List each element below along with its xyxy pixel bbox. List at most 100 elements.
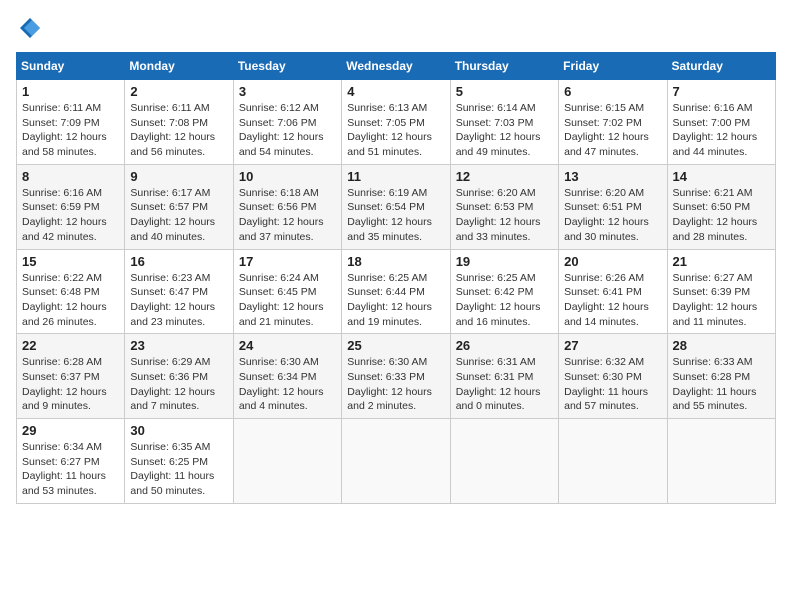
day-number: 30	[130, 423, 227, 438]
day-number: 21	[673, 254, 770, 269]
logo	[16, 16, 42, 40]
day-info: Sunrise: 6:20 AM Sunset: 6:51 PM Dayligh…	[564, 186, 661, 245]
day-number: 10	[239, 169, 336, 184]
day-info: Sunrise: 6:33 AM Sunset: 6:28 PM Dayligh…	[673, 355, 770, 414]
calendar-cell: 30 Sunrise: 6:35 AM Sunset: 6:25 PM Dayl…	[125, 419, 233, 504]
weekday-header: Sunday	[17, 53, 125, 80]
calendar-cell: 21 Sunrise: 6:27 AM Sunset: 6:39 PM Dayl…	[667, 249, 775, 334]
day-info: Sunrise: 6:34 AM Sunset: 6:27 PM Dayligh…	[22, 440, 119, 499]
day-number: 22	[22, 338, 119, 353]
day-number: 13	[564, 169, 661, 184]
day-info: Sunrise: 6:15 AM Sunset: 7:02 PM Dayligh…	[564, 101, 661, 160]
weekday-header: Wednesday	[342, 53, 450, 80]
day-info: Sunrise: 6:28 AM Sunset: 6:37 PM Dayligh…	[22, 355, 119, 414]
calendar-cell: 26 Sunrise: 6:31 AM Sunset: 6:31 PM Dayl…	[450, 334, 558, 419]
day-number: 12	[456, 169, 553, 184]
calendar-cell: 18 Sunrise: 6:25 AM Sunset: 6:44 PM Dayl…	[342, 249, 450, 334]
calendar-week-row: 22 Sunrise: 6:28 AM Sunset: 6:37 PM Dayl…	[17, 334, 776, 419]
calendar-week-row: 8 Sunrise: 6:16 AM Sunset: 6:59 PM Dayli…	[17, 164, 776, 249]
calendar-cell: 27 Sunrise: 6:32 AM Sunset: 6:30 PM Dayl…	[559, 334, 667, 419]
weekday-header: Friday	[559, 53, 667, 80]
day-info: Sunrise: 6:20 AM Sunset: 6:53 PM Dayligh…	[456, 186, 553, 245]
calendar-cell	[559, 419, 667, 504]
calendar-cell: 28 Sunrise: 6:33 AM Sunset: 6:28 PM Dayl…	[667, 334, 775, 419]
day-info: Sunrise: 6:18 AM Sunset: 6:56 PM Dayligh…	[239, 186, 336, 245]
calendar-cell: 9 Sunrise: 6:17 AM Sunset: 6:57 PM Dayli…	[125, 164, 233, 249]
day-number: 16	[130, 254, 227, 269]
weekday-header: Thursday	[450, 53, 558, 80]
calendar-cell: 2 Sunrise: 6:11 AM Sunset: 7:08 PM Dayli…	[125, 80, 233, 165]
day-info: Sunrise: 6:23 AM Sunset: 6:47 PM Dayligh…	[130, 271, 227, 330]
calendar-cell: 20 Sunrise: 6:26 AM Sunset: 6:41 PM Dayl…	[559, 249, 667, 334]
day-number: 14	[673, 169, 770, 184]
day-info: Sunrise: 6:21 AM Sunset: 6:50 PM Dayligh…	[673, 186, 770, 245]
day-number: 5	[456, 84, 553, 99]
calendar-cell: 3 Sunrise: 6:12 AM Sunset: 7:06 PM Dayli…	[233, 80, 341, 165]
day-number: 20	[564, 254, 661, 269]
day-number: 4	[347, 84, 444, 99]
calendar-header: SundayMondayTuesdayWednesdayThursdayFrid…	[17, 53, 776, 80]
day-info: Sunrise: 6:14 AM Sunset: 7:03 PM Dayligh…	[456, 101, 553, 160]
day-info: Sunrise: 6:19 AM Sunset: 6:54 PM Dayligh…	[347, 186, 444, 245]
calendar-cell: 4 Sunrise: 6:13 AM Sunset: 7:05 PM Dayli…	[342, 80, 450, 165]
calendar-cell: 14 Sunrise: 6:21 AM Sunset: 6:50 PM Dayl…	[667, 164, 775, 249]
calendar-cell: 6 Sunrise: 6:15 AM Sunset: 7:02 PM Dayli…	[559, 80, 667, 165]
day-info: Sunrise: 6:22 AM Sunset: 6:48 PM Dayligh…	[22, 271, 119, 330]
calendar-table: SundayMondayTuesdayWednesdayThursdayFrid…	[16, 52, 776, 504]
calendar-cell: 7 Sunrise: 6:16 AM Sunset: 7:00 PM Dayli…	[667, 80, 775, 165]
day-info: Sunrise: 6:24 AM Sunset: 6:45 PM Dayligh…	[239, 271, 336, 330]
calendar-cell: 23 Sunrise: 6:29 AM Sunset: 6:36 PM Dayl…	[125, 334, 233, 419]
calendar-cell	[450, 419, 558, 504]
day-number: 17	[239, 254, 336, 269]
day-number: 28	[673, 338, 770, 353]
calendar-cell: 25 Sunrise: 6:30 AM Sunset: 6:33 PM Dayl…	[342, 334, 450, 419]
day-info: Sunrise: 6:35 AM Sunset: 6:25 PM Dayligh…	[130, 440, 227, 499]
day-info: Sunrise: 6:27 AM Sunset: 6:39 PM Dayligh…	[673, 271, 770, 330]
calendar-cell: 17 Sunrise: 6:24 AM Sunset: 6:45 PM Dayl…	[233, 249, 341, 334]
day-info: Sunrise: 6:29 AM Sunset: 6:36 PM Dayligh…	[130, 355, 227, 414]
day-info: Sunrise: 6:13 AM Sunset: 7:05 PM Dayligh…	[347, 101, 444, 160]
day-number: 27	[564, 338, 661, 353]
day-info: Sunrise: 6:11 AM Sunset: 7:08 PM Dayligh…	[130, 101, 227, 160]
calendar-cell: 13 Sunrise: 6:20 AM Sunset: 6:51 PM Dayl…	[559, 164, 667, 249]
calendar-cell: 12 Sunrise: 6:20 AM Sunset: 6:53 PM Dayl…	[450, 164, 558, 249]
calendar-week-row: 29 Sunrise: 6:34 AM Sunset: 6:27 PM Dayl…	[17, 419, 776, 504]
day-info: Sunrise: 6:25 AM Sunset: 6:44 PM Dayligh…	[347, 271, 444, 330]
calendar-cell: 1 Sunrise: 6:11 AM Sunset: 7:09 PM Dayli…	[17, 80, 125, 165]
day-number: 3	[239, 84, 336, 99]
calendar-week-row: 1 Sunrise: 6:11 AM Sunset: 7:09 PM Dayli…	[17, 80, 776, 165]
weekday-header: Saturday	[667, 53, 775, 80]
day-info: Sunrise: 6:30 AM Sunset: 6:34 PM Dayligh…	[239, 355, 336, 414]
day-info: Sunrise: 6:31 AM Sunset: 6:31 PM Dayligh…	[456, 355, 553, 414]
day-number: 9	[130, 169, 227, 184]
weekday-header: Monday	[125, 53, 233, 80]
calendar-cell	[233, 419, 341, 504]
day-number: 11	[347, 169, 444, 184]
day-number: 15	[22, 254, 119, 269]
day-number: 23	[130, 338, 227, 353]
day-number: 19	[456, 254, 553, 269]
calendar-week-row: 15 Sunrise: 6:22 AM Sunset: 6:48 PM Dayl…	[17, 249, 776, 334]
calendar-cell: 10 Sunrise: 6:18 AM Sunset: 6:56 PM Dayl…	[233, 164, 341, 249]
calendar-cell: 19 Sunrise: 6:25 AM Sunset: 6:42 PM Dayl…	[450, 249, 558, 334]
day-info: Sunrise: 6:16 AM Sunset: 6:59 PM Dayligh…	[22, 186, 119, 245]
day-number: 6	[564, 84, 661, 99]
day-info: Sunrise: 6:17 AM Sunset: 6:57 PM Dayligh…	[130, 186, 227, 245]
calendar-body: 1 Sunrise: 6:11 AM Sunset: 7:09 PM Dayli…	[17, 80, 776, 504]
day-info: Sunrise: 6:26 AM Sunset: 6:41 PM Dayligh…	[564, 271, 661, 330]
calendar-cell: 15 Sunrise: 6:22 AM Sunset: 6:48 PM Dayl…	[17, 249, 125, 334]
day-number: 7	[673, 84, 770, 99]
day-info: Sunrise: 6:12 AM Sunset: 7:06 PM Dayligh…	[239, 101, 336, 160]
calendar-cell: 24 Sunrise: 6:30 AM Sunset: 6:34 PM Dayl…	[233, 334, 341, 419]
day-number: 8	[22, 169, 119, 184]
day-number: 24	[239, 338, 336, 353]
calendar-cell	[667, 419, 775, 504]
calendar-cell: 8 Sunrise: 6:16 AM Sunset: 6:59 PM Dayli…	[17, 164, 125, 249]
day-info: Sunrise: 6:32 AM Sunset: 6:30 PM Dayligh…	[564, 355, 661, 414]
day-number: 1	[22, 84, 119, 99]
day-info: Sunrise: 6:25 AM Sunset: 6:42 PM Dayligh…	[456, 271, 553, 330]
day-number: 29	[22, 423, 119, 438]
weekday-header: Tuesday	[233, 53, 341, 80]
day-number: 2	[130, 84, 227, 99]
calendar-cell	[342, 419, 450, 504]
